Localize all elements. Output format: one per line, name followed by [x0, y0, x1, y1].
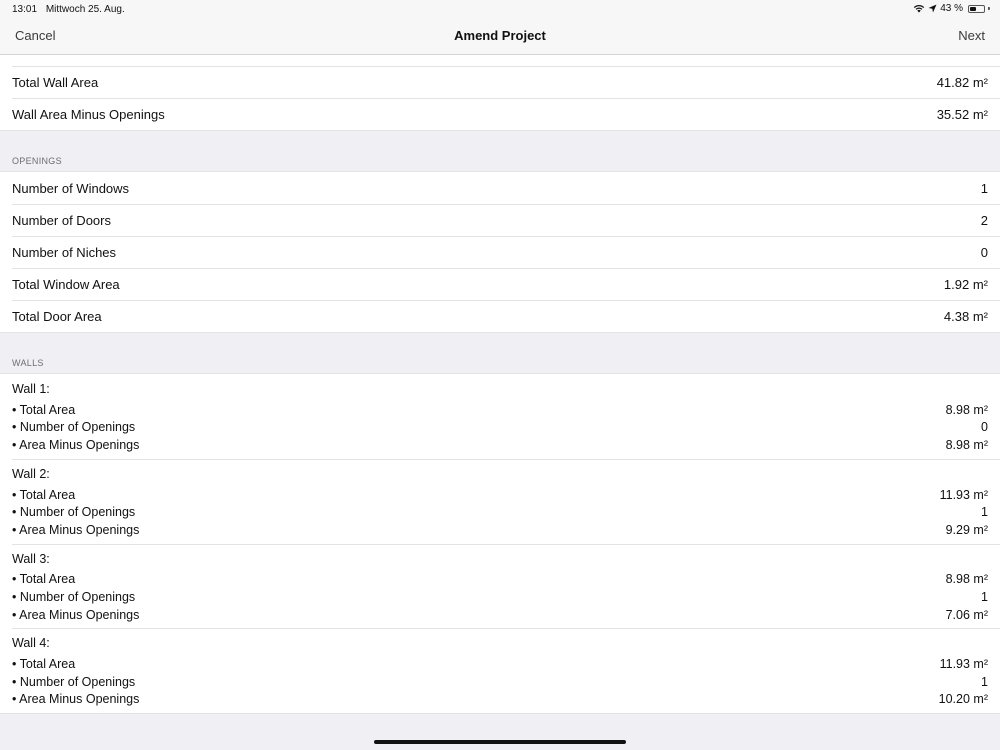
line-value: 0 — [981, 420, 988, 435]
status-left: 13:01 Mittwoch 25. Aug. — [12, 4, 125, 15]
row-label: Number of Niches — [12, 244, 117, 260]
line-label: • Number of Openings — [12, 505, 136, 520]
wifi-icon — [914, 4, 925, 13]
line-label: • Number of Openings — [12, 674, 136, 689]
next-button[interactable]: Next — [958, 28, 985, 43]
wall-line: • Total Area 8.98 m² — [12, 401, 988, 419]
row-value: 0 — [980, 244, 988, 260]
list-item-number-of-niches[interactable]: Number of Niches 0 — [0, 236, 1000, 268]
page-title: Amend Project — [454, 28, 546, 43]
line-value: 1 — [981, 505, 988, 520]
row-value: 41.82 m² — [936, 74, 988, 90]
wall-line: • Total Area 8.98 m² — [12, 571, 988, 589]
line-label: • Total Area — [12, 487, 76, 502]
home-indicator[interactable] — [374, 740, 626, 744]
row-label: Total Window Area — [12, 276, 120, 292]
list-item-total-window-area[interactable]: Total Window Area 1.92 m² — [0, 268, 1000, 300]
list-item-wall-area-minus-openings[interactable]: Wall Area Minus Openings 35.52 m² — [0, 98, 1000, 130]
line-label: • Number of Openings — [12, 420, 136, 435]
wall-line: • Number of Openings 1 — [12, 588, 988, 606]
row-value: 1 — [980, 180, 988, 196]
line-label: • Total Area — [12, 402, 76, 417]
wall-line: • Area Minus Openings 7.06 m² — [12, 606, 988, 624]
line-value: 8.98 m² — [945, 437, 988, 452]
battery-level-fill — [970, 6, 976, 11]
status-right: 43 % — [913, 3, 990, 14]
line-value: 8.98 m² — [945, 402, 988, 417]
location-arrow-icon — [928, 4, 937, 13]
row-value: 35.52 m² — [936, 106, 988, 122]
wall-title: Wall 2: — [12, 466, 50, 481]
row-label: Number of Doors — [12, 212, 111, 228]
wall-line: • Area Minus Openings 8.98 m² — [12, 436, 988, 454]
row-label: Wall Area Minus Openings — [12, 106, 165, 122]
line-label: • Number of Openings — [12, 589, 136, 604]
line-value: 11.93 m² — [939, 657, 988, 672]
status-time: 13:01 — [12, 4, 38, 15]
wall-item[interactable]: Wall 2: • Total Area 11.93 m² • Number o… — [0, 458, 1000, 544]
navigation-bar: Cancel Amend Project Next — [0, 18, 1000, 55]
wall-line: • Number of Openings 1 — [12, 503, 988, 521]
list-item-total-door-area[interactable]: Total Door Area 4.38 m² — [0, 300, 1000, 332]
row-value: 1.92 m² — [943, 276, 988, 292]
line-value: 9.29 m² — [945, 522, 988, 537]
wall-line: • Area Minus Openings 9.29 m² — [12, 521, 988, 539]
wall-line: • Number of Openings 0 — [12, 419, 988, 437]
wall-title: Wall 4: — [12, 636, 50, 651]
wall-item[interactable]: Wall 3: • Total Area 8.98 m² • Number of… — [0, 543, 1000, 629]
row-label: Number of Windows — [12, 180, 130, 196]
section-header-openings: OPENINGS — [0, 130, 1000, 172]
wall-line: • Total Area 11.93 m² — [12, 655, 988, 673]
scroll-content[interactable]: Total Wall Area 41.82 m² Wall Area Minus… — [0, 55, 1000, 750]
status-date: Mittwoch 25. Aug. — [45, 4, 125, 15]
wall-line: • Area Minus Openings 10.20 m² — [12, 691, 988, 709]
openings-group: Number of Windows 1 Number of Doors 2 Nu… — [0, 172, 1000, 332]
section-header-walls: WALLS — [0, 332, 1000, 374]
wall-title: Wall 3: — [12, 551, 50, 566]
line-label: • Area Minus Openings — [12, 437, 140, 452]
line-label: • Area Minus Openings — [12, 692, 140, 707]
summary-group: Total Wall Area 41.82 m² Wall Area Minus… — [0, 55, 1000, 130]
list-item-number-of-windows[interactable]: Number of Windows 1 — [0, 172, 1000, 204]
line-label: • Area Minus Openings — [12, 522, 140, 537]
line-value: 11.93 m² — [939, 487, 988, 502]
row-label: Total Door Area — [12, 308, 102, 324]
clipped-row — [0, 55, 1000, 66]
wall-item[interactable]: Wall 1: • Total Area 8.98 m² • Number of… — [0, 374, 1000, 459]
wall-item[interactable]: Wall 4: • Total Area 11.93 m² • Number o… — [0, 628, 1000, 714]
status-bar: 13:01 Mittwoch 25. Aug. 43 % — [0, 0, 1000, 18]
line-value: 8.98 m² — [945, 572, 988, 587]
list-item-number-of-doors[interactable]: Number of Doors 2 — [0, 204, 1000, 236]
line-label: • Total Area — [12, 572, 76, 587]
line-label: • Total Area — [12, 657, 76, 672]
battery-icon — [968, 4, 985, 13]
wall-line: • Number of Openings 1 — [12, 673, 988, 691]
battery-percent: 43 % — [940, 3, 963, 14]
battery-tip — [988, 7, 990, 10]
line-value: 10.20 m² — [938, 692, 988, 707]
list-item-total-wall-area[interactable]: Total Wall Area 41.82 m² — [0, 66, 1000, 98]
line-label: • Area Minus Openings — [12, 607, 140, 622]
line-value: 1 — [981, 589, 988, 604]
line-value: 7.06 m² — [945, 607, 988, 622]
row-label: Total Wall Area — [12, 74, 99, 90]
wall-line: • Total Area 11.93 m² — [12, 486, 988, 504]
wall-title: Wall 1: — [12, 382, 50, 396]
row-value: 4.38 m² — [943, 308, 988, 324]
row-value: 2 — [980, 212, 988, 228]
line-value: 1 — [981, 674, 988, 689]
walls-group: Wall 1: • Total Area 8.98 m² • Number of… — [0, 374, 1000, 715]
